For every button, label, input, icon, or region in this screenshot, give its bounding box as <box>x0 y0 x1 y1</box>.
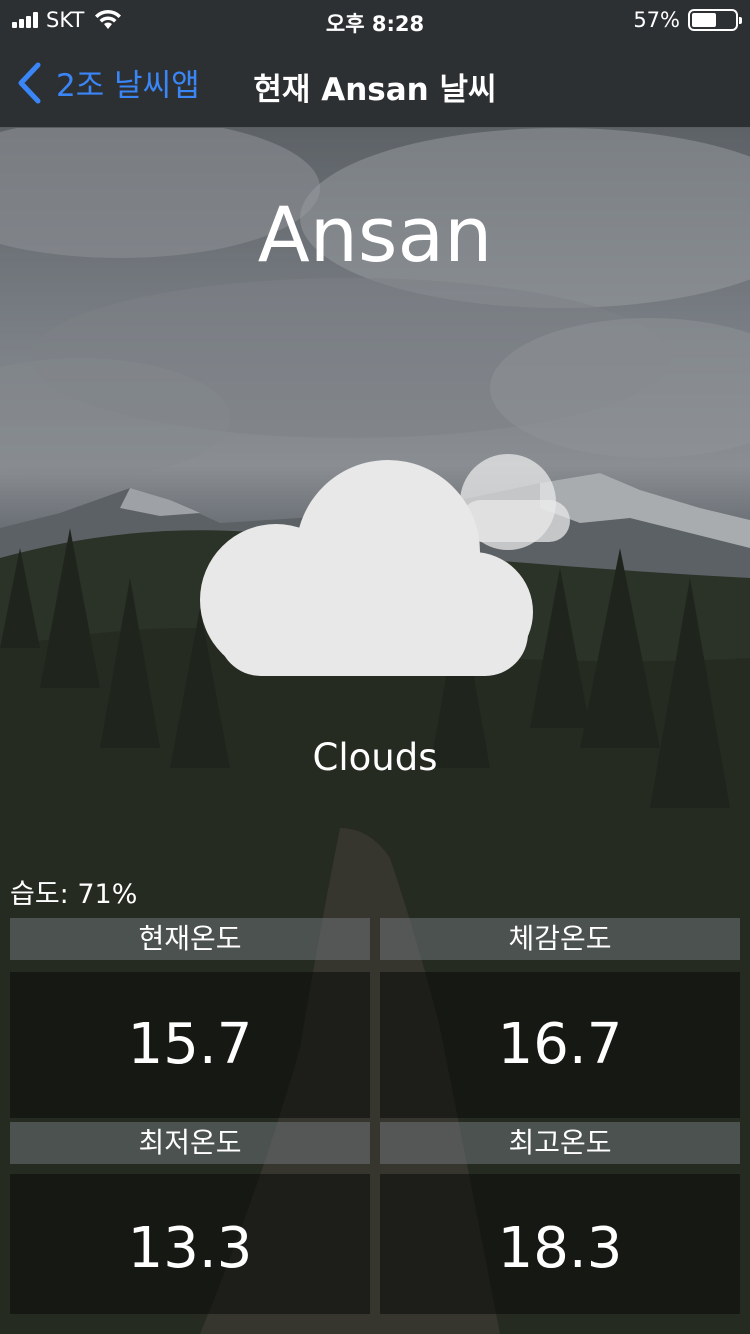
stat-value-max: 18.3 <box>380 1174 740 1314</box>
weather-condition: Clouds <box>312 736 438 779</box>
page-title: 현재 Ansan 날씨 <box>253 72 497 108</box>
battery-percent: 57% <box>633 8 680 32</box>
status-bar: SKT 오후 8:28 57% <box>0 0 750 40</box>
battery-icon <box>688 9 742 31</box>
stat-label-feels-like: 체감온도 <box>380 918 740 960</box>
city-name: Ansan <box>257 190 493 279</box>
navigation-bar: 2조 날씨앱 현재 Ansan 날씨 <box>0 40 750 128</box>
humidity-label: 습도: 71% <box>10 879 138 910</box>
stat-value-current: 15.7 <box>10 972 370 1118</box>
stat-label-max: 최고온도 <box>380 1122 740 1164</box>
cloud-icon <box>200 454 570 676</box>
status-right: 57% <box>633 8 742 32</box>
stat-value-feels-like: 16.7 <box>380 972 740 1118</box>
stat-label-min: 최저온도 <box>10 1122 370 1164</box>
stat-value-min: 13.3 <box>10 1174 370 1314</box>
stat-label-current: 현재온도 <box>10 918 370 960</box>
